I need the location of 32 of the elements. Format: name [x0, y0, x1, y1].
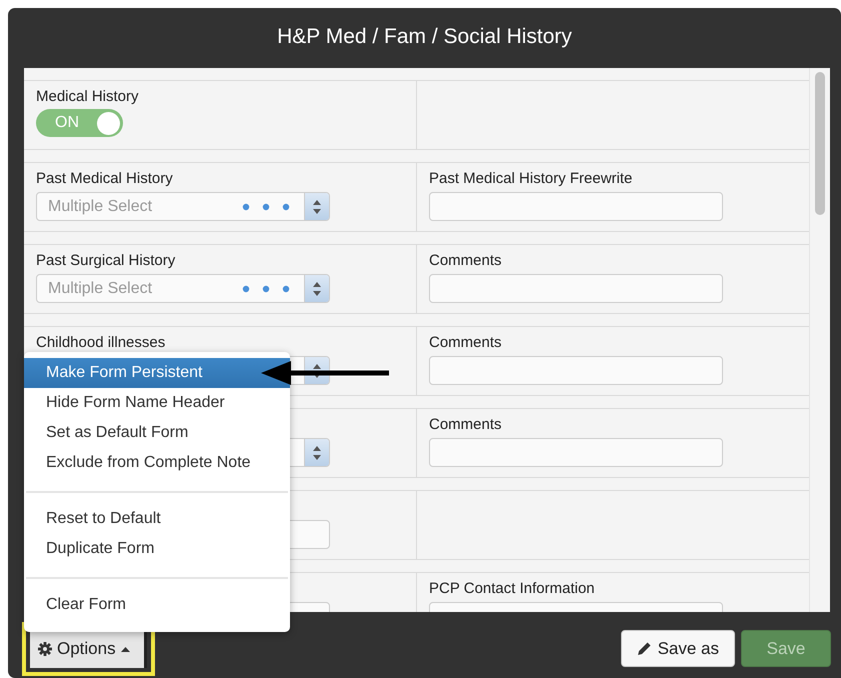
up-down-icon: [312, 280, 322, 296]
menu-item[interactable]: Exclude from Complete Note: [24, 448, 290, 478]
field-label: Past Surgical History: [36, 252, 176, 271]
text-field[interactable]: [429, 192, 723, 221]
field-label: Past Medical History: [36, 170, 174, 189]
field-label: Comments: [429, 252, 503, 271]
menu-item[interactable]: Duplicate Form: [24, 534, 290, 564]
field-label: Comments: [429, 416, 503, 435]
field-label: Past Medical History Freewrite: [429, 170, 634, 189]
field-label: Childhood illnesses: [36, 334, 166, 353]
menu-item[interactable]: Set as Default Form: [24, 418, 290, 448]
caret-up-icon: [120, 646, 130, 652]
pencil-icon: [636, 641, 652, 656]
ellipsis-icon: [242, 202, 292, 210]
ellipsis-icon: [242, 284, 292, 292]
window-title: H&P Med / Fam / Social History: [276, 24, 573, 50]
menu-item[interactable]: Make Form Persistent: [24, 358, 290, 388]
save-as-button[interactable]: Save as: [620, 630, 735, 667]
text-field[interactable]: [429, 438, 723, 467]
menu-item[interactable]: Hide Form Name Header: [24, 388, 290, 418]
text-field[interactable]: [429, 274, 723, 303]
field-label: PCP Contact Information: [429, 580, 596, 599]
field-label: Medical History: [36, 88, 140, 107]
up-down-icon: [312, 198, 322, 214]
menu-item[interactable]: Reset to Default: [24, 504, 290, 534]
up-down-icon: [312, 362, 322, 378]
options-button[interactable]: Options: [30, 630, 147, 668]
gear-icon: [38, 642, 52, 656]
text-field[interactable]: [429, 356, 723, 385]
menu-item[interactable]: Clear Form: [24, 590, 290, 620]
up-down-icon: [312, 444, 322, 460]
field-label: Comments: [429, 334, 503, 353]
